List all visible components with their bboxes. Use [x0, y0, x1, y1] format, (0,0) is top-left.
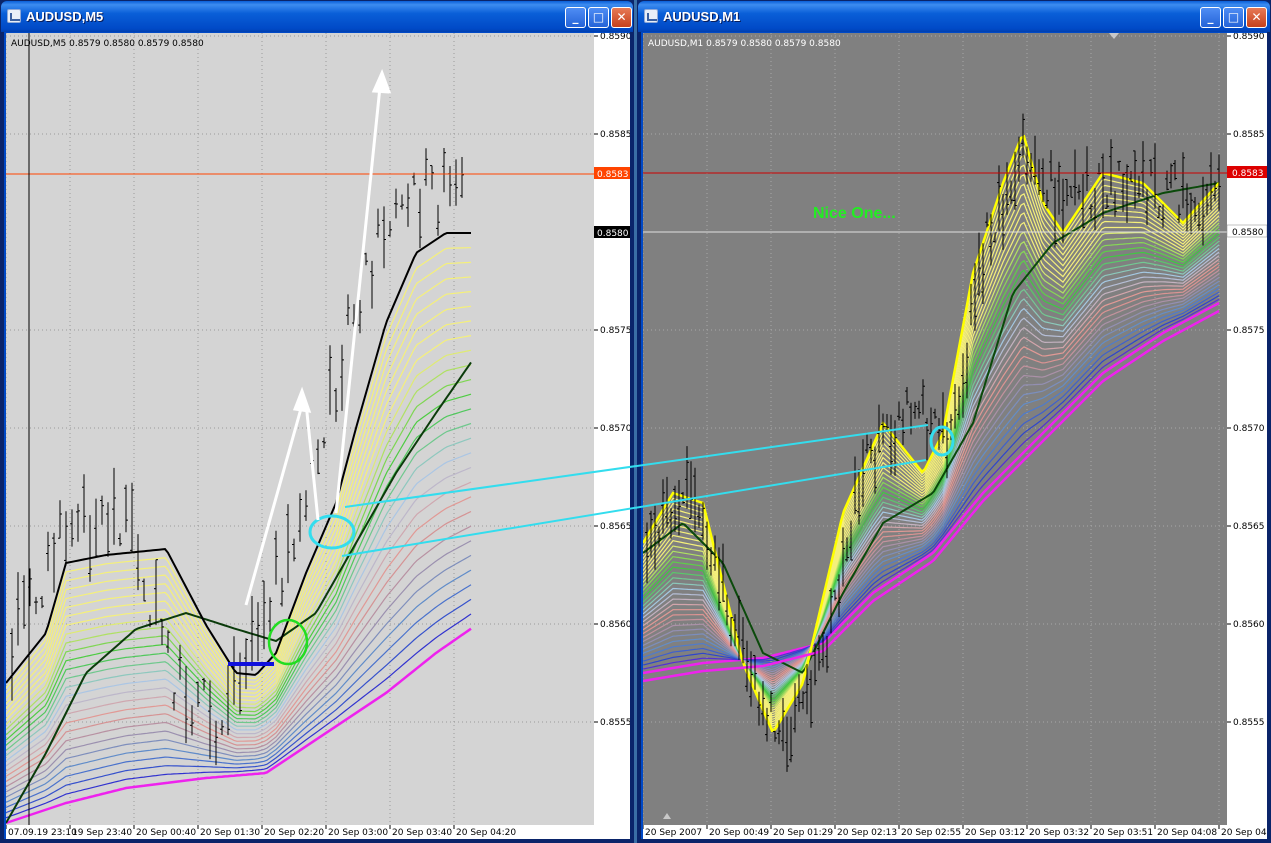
price-tick-label: 0.8570 — [1233, 424, 1265, 434]
bid-price-label: 0.8580 — [597, 229, 629, 239]
time-tick-label: 07.09.19 23:10 — [8, 828, 77, 838]
window-title: AUDUSD,M5 — [26, 9, 104, 24]
close-button[interactable]: ✕ — [611, 7, 632, 28]
time-tick-label: 20 Sep 03:32 — [1029, 828, 1089, 838]
time-tick-label: 20 Sep 01:29 — [773, 828, 833, 838]
price-tick-label: 0.8565 — [600, 522, 630, 532]
ask-price-label: 0.8583 — [1232, 169, 1264, 179]
chart-info-line: AUDUSD,M5 0.8579 0.8580 0.8579 0.8580 — [11, 39, 204, 49]
chart-window-icon — [7, 9, 21, 23]
price-tick-label: 0.8585 — [1233, 130, 1265, 140]
time-tick-label: 20 Sep 02:13 — [837, 828, 897, 838]
time-tick-label: 20 Sep 03:00 — [328, 828, 388, 838]
time-tick-label: 20 Sep 04:3 — [1221, 828, 1267, 838]
time-tick-label: 20 Sep 01:30 — [200, 828, 260, 838]
time-tick-label: 20 Sep 04:20 — [456, 828, 516, 838]
price-tick-label: 0.8555 — [600, 718, 630, 728]
minimize-button[interactable]: _ — [1200, 7, 1221, 28]
price-chart[interactable]: 0.8590 0.8585 0.8575 0.8570 0.8565 0.8560 0.85… — [6, 33, 630, 839]
close-button[interactable]: ✕ — [1246, 7, 1267, 28]
ask-price-label: 0.8583 — [597, 170, 629, 180]
title-bar[interactable]: AUDUSD,M5 _ □ ✕ — [1, 1, 633, 32]
price-tick-label: 0.8555 — [1233, 718, 1265, 728]
price-tick-label: 0.8565 — [1233, 522, 1265, 532]
time-tick-label: 20 Sep 02:55 — [901, 828, 961, 838]
title-bar[interactable]: AUDUSD,M1 _ □ ✕ — [638, 1, 1270, 32]
price-chart[interactable]: Nice One... 0.8590 0.8585 0.8575 0.8570 0.85… — [643, 33, 1267, 839]
price-tick-label: 0.8570 — [600, 424, 630, 434]
price-tick-label: 0.8560 — [600, 620, 630, 630]
time-tick-label: 20 Sep 02:20 — [264, 828, 324, 838]
price-tick-label: 0.8590 — [1233, 33, 1265, 42]
bid-price-label: 0.8580 — [1232, 228, 1264, 238]
price-tick-label: 0.8575 — [1233, 326, 1265, 336]
time-tick-label: 20 Sep 03:51 — [1093, 828, 1153, 838]
price-tick-label: 0.8560 — [1233, 620, 1265, 630]
price-tick-label: 0.8590 — [600, 33, 630, 42]
time-tick-label: 20 Sep 00:40 — [136, 828, 196, 838]
minimize-button[interactable]: _ — [565, 7, 586, 28]
time-tick-label: 20 Sep 04:08 — [1157, 828, 1217, 838]
time-tick-label: 20 Sep 2007 — [645, 828, 702, 838]
time-tick-label: 20 Sep 00:49 — [709, 828, 769, 838]
maximize-button[interactable]: □ — [1223, 7, 1244, 28]
chart-window-m5[interactable]: AUDUSD,M5 _ □ ✕ 0.8590 0.8585 0.8575 0.8… — [0, 0, 634, 843]
time-tick-label: 20 Sep 03:40 — [392, 828, 452, 838]
time-tick-label: 20 Sep 03:12 — [965, 828, 1025, 838]
window-title: AUDUSD,M1 — [663, 9, 741, 24]
maximize-button[interactable]: □ — [588, 7, 609, 28]
price-tick-label: 0.8585 — [600, 130, 630, 140]
chart-annotation: Nice One... — [813, 205, 896, 222]
price-tick-label: 0.8575 — [600, 326, 630, 336]
chart-info-line: AUDUSD,M1 0.8579 0.8580 0.8579 0.8580 — [648, 39, 841, 49]
chart-window-icon — [644, 9, 658, 23]
chart-window-m1[interactable]: AUDUSD,M1 _ □ ✕ Nice One... 0.8590 0.8585… — [637, 0, 1271, 843]
time-tick-label: 19 Sep 23:40 — [72, 828, 132, 838]
